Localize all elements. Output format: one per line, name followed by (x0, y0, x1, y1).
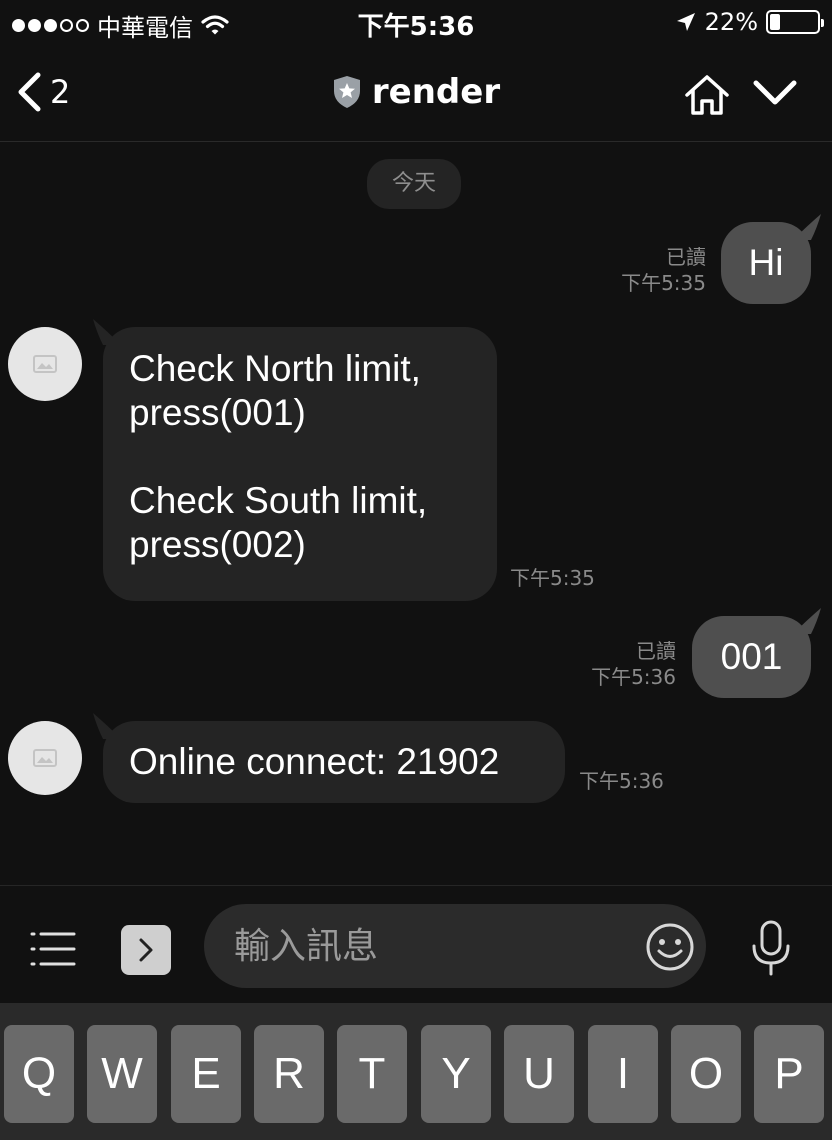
image-placeholder-icon (33, 749, 57, 767)
dropdown-button[interactable] (752, 78, 798, 112)
key-o[interactable]: O (671, 1025, 741, 1123)
key-y[interactable]: Y (421, 1025, 491, 1123)
status-bar: 中華電信 下午5:36 22% (0, 0, 832, 48)
microphone-button[interactable] (750, 920, 792, 980)
contact-avatar[interactable] (8, 721, 82, 795)
location-arrow-icon (676, 13, 695, 31)
bubble-tail (93, 319, 121, 345)
chevron-down-icon (753, 80, 797, 105)
outgoing-message[interactable]: Hi (721, 214, 821, 304)
message-text: Hi (748, 242, 784, 283)
emoji-icon (646, 923, 694, 971)
message-line (129, 435, 471, 479)
message-input[interactable] (204, 904, 706, 988)
read-receipt: 已讀 (666, 245, 706, 269)
message-line: press(001) (129, 392, 306, 433)
key-w[interactable]: W (87, 1025, 157, 1123)
battery-level (770, 14, 781, 30)
status-right: 22% (675, 8, 824, 36)
key-e[interactable]: E (171, 1025, 241, 1123)
message-line: Check North limit, (129, 348, 421, 389)
message-time: 下午5:36 (579, 769, 664, 793)
input-bar (0, 885, 832, 1003)
expand-chevron-icon (139, 938, 153, 962)
battery-icon (766, 10, 824, 34)
shield-star-icon (333, 76, 360, 108)
contact-avatar[interactable] (8, 327, 82, 401)
outgoing-message[interactable]: 001 (692, 608, 821, 698)
menu-button[interactable] (30, 930, 76, 972)
battery-percent: 22% (704, 8, 758, 36)
keyboard: Q W E R T Y U I O P (0, 1003, 832, 1140)
home-button[interactable] (684, 74, 730, 120)
bubble-tail (793, 214, 821, 240)
chat-area[interactable]: 今天 已讀 下午5:35 Hi Check North limit, press… (0, 143, 832, 885)
emoji-button[interactable] (645, 922, 695, 976)
read-receipt: 已讀 (636, 639, 676, 663)
expand-button[interactable] (121, 925, 171, 975)
key-u[interactable]: U (504, 1025, 574, 1123)
image-placeholder-icon (33, 355, 57, 373)
message-time: 下午5:35 (510, 566, 595, 590)
bubble-tail (93, 713, 121, 739)
nav-bar: 2 render (0, 48, 832, 142)
home-icon (685, 75, 729, 115)
microphone-icon (752, 920, 790, 976)
message-meta: 已讀 下午5:35 (560, 244, 706, 296)
bubble-tail (793, 608, 821, 634)
chat-title-text: render (371, 72, 501, 112)
key-i[interactable]: I (588, 1025, 658, 1123)
message-meta: 已讀 下午5:36 (530, 638, 676, 690)
message-time: 下午5:35 (621, 271, 706, 295)
message-line: Check South limit, (129, 480, 428, 521)
message-line: press(002) (129, 524, 306, 565)
incoming-message[interactable]: Check North limit, press(001) Check Sout… (93, 319, 497, 601)
message-time: 下午5:36 (591, 665, 676, 689)
message-text: Online connect: 21902 (129, 741, 500, 782)
message-text: 001 (720, 636, 783, 677)
key-q[interactable]: Q (4, 1025, 74, 1123)
incoming-message[interactable]: Online connect: 21902 (93, 713, 565, 803)
key-p[interactable]: P (754, 1025, 824, 1123)
key-t[interactable]: T (337, 1025, 407, 1123)
key-r[interactable]: R (254, 1025, 324, 1123)
menu-icon (30, 932, 76, 966)
date-separator: 今天 (367, 159, 461, 209)
